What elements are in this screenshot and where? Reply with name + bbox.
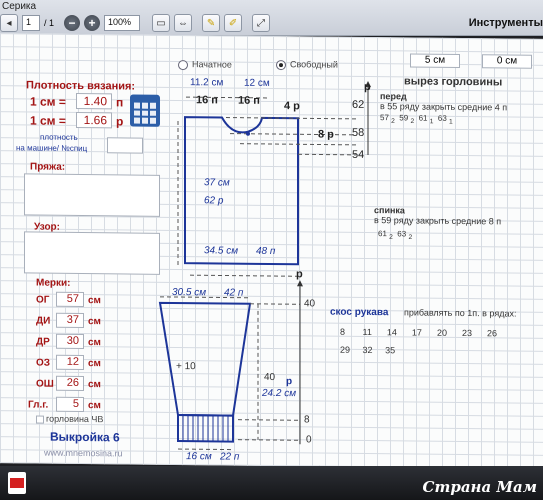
toolbar-left: ◂ 1 / 1 − + 100% ▭ ⇔ ✎ ✐ ⤢ <box>0 12 274 34</box>
body-row-54: 54 <box>352 148 365 161</box>
sleeve-top-cm: 30.5 см <box>172 286 207 299</box>
sleeve-bottom-p: 22 п <box>220 451 240 463</box>
zoom-in-icon[interactable]: + <box>84 15 101 31</box>
sleeve-height-p: р <box>286 376 293 388</box>
prev-page-button[interactable]: ◂ <box>0 14 18 32</box>
sleeve-bottom-cm: 16 см <box>186 451 212 463</box>
window-title: Серика <box>2 1 37 12</box>
expand-icon[interactable]: ⤢ <box>252 14 271 32</box>
sleeve-row-8: 8 <box>304 414 310 426</box>
window-toolbar: Серика ◂ 1 / 1 − + 100% ▭ ⇔ ✎ ✐ ⤢ Инстру… <box>0 0 543 36</box>
body-shoulder-right: 16 п <box>238 94 260 107</box>
sleeve-row-0: 0 <box>306 434 312 446</box>
sleeve-plus-10: + 10 <box>176 360 196 373</box>
page-total: / 1 <box>44 18 55 28</box>
watermark-text: Страна Мам <box>422 478 537 496</box>
sleeve-top-p: 42 п <box>224 287 244 299</box>
body-piece <box>184 116 299 266</box>
sleeve-height-cm: 24.2 см <box>262 387 297 400</box>
body-height-p: 62 р <box>204 195 224 207</box>
page-number-input[interactable]: 1 <box>22 15 40 31</box>
body-axis-label: р <box>364 80 371 94</box>
fit-page-icon[interactable]: ▭ <box>152 14 171 32</box>
sleeve-piece <box>158 301 252 443</box>
sleeve-height-40: 40 <box>264 371 276 384</box>
pdf-app-icon[interactable] <box>8 472 26 494</box>
body-row-62: 62 <box>352 98 365 111</box>
body-height-cm: 37 см <box>204 177 230 189</box>
body-shoulder-left: 16 п <box>196 94 218 107</box>
body-neck-depth-8: 8 р <box>318 128 334 141</box>
fit-width-icon[interactable]: ⇔ <box>174 14 193 32</box>
comment-icon[interactable]: ✎ <box>202 14 221 32</box>
zoom-select[interactable]: 100% <box>104 15 141 31</box>
body-row-58: 58 <box>352 126 365 139</box>
body-width-cm: 34.5 см <box>204 245 239 257</box>
body-neck-width-cm: 11.2 см <box>190 77 224 89</box>
document-page: 5 см 0 см Начатное Свободный Плотность в… <box>0 33 543 469</box>
zoom-out-icon[interactable]: − <box>64 15 81 31</box>
sleeve-row-40: 40 <box>304 298 316 310</box>
body-neck-depth-4: 4 р <box>284 100 300 113</box>
sleeve-axis-label: р <box>296 268 303 281</box>
highlight-icon[interactable]: ✐ <box>224 14 243 32</box>
tools-menu[interactable]: Инструменты <box>469 17 543 29</box>
body-width-p: 48 п <box>256 245 276 258</box>
body-neck-width-cm-2: 12 см <box>244 77 270 89</box>
